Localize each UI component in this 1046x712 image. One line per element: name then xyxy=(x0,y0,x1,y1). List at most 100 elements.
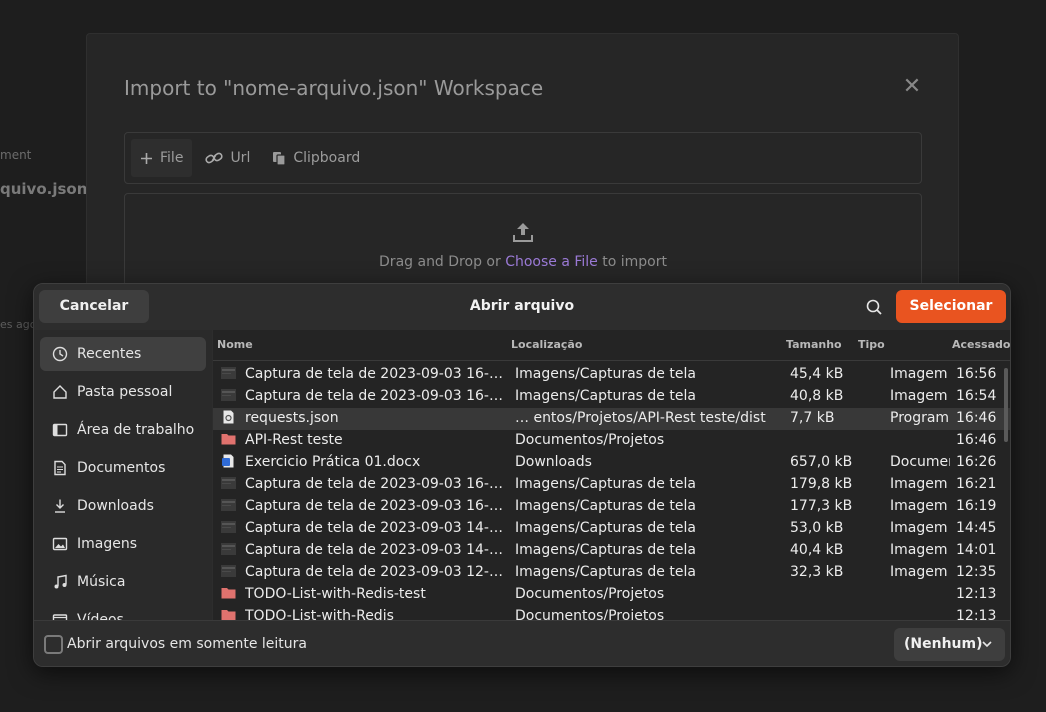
sidebar-item-recentes[interactable]: Recentes xyxy=(40,337,206,371)
file-accessed: 16:19 xyxy=(956,498,997,514)
file-name: Captura de tela de 2023-09-03 12-35-... xyxy=(245,564,509,580)
image-thumb-icon xyxy=(221,388,236,402)
tab-url[interactable]: Url xyxy=(196,139,259,177)
file-name: TODO-List-with-Redis-test xyxy=(245,586,426,602)
file-type: Imagem xyxy=(890,498,948,514)
column-header-accessed[interactable]: Acessado xyxy=(952,330,1010,360)
sidebar-item-label: Imagens xyxy=(77,536,138,552)
readonly-checkbox[interactable] xyxy=(44,635,63,654)
file-size: 40,8 kB xyxy=(790,388,844,404)
file-location: … entos/Projetos/API-Rest teste/dist xyxy=(515,410,766,426)
file-size: 32,3 kB xyxy=(790,564,844,580)
file-name: Captura de tela de 2023-09-03 14-45-... xyxy=(245,520,509,536)
file-row[interactable]: API-Rest teste Documentos/Projetos 16:46 xyxy=(213,430,1010,452)
image-thumb-icon xyxy=(221,564,236,578)
folder-icon xyxy=(221,608,236,620)
file-location: Imagens/Capturas de tela xyxy=(515,388,696,404)
cancel-button[interactable]: Cancelar xyxy=(39,290,149,323)
image-thumb-icon xyxy=(221,542,236,556)
file-accessed: 16:46 xyxy=(956,432,997,448)
desktop-icon xyxy=(52,423,68,437)
file-row[interactable]: Captura de tela de 2023-09-03 16-19-... I… xyxy=(213,496,1010,518)
file-accessed: 16:21 xyxy=(956,476,997,492)
sidebar-item-label: Área de trabalho xyxy=(77,422,195,438)
sidebar-item-label: Pasta pessoal xyxy=(77,384,173,400)
file-row[interactable]: TODO-List-with-Redis-test Documentos/Proj… xyxy=(213,584,1010,606)
file-row[interactable]: Captura de tela de 2023-09-03 12-35-... I… xyxy=(213,562,1010,584)
file-size: 657,0 kB xyxy=(790,454,853,470)
drop-prefix: Drag and Drop or xyxy=(379,254,506,270)
tab-clipboard[interactable]: Clipboard xyxy=(263,139,369,177)
file-accessed: 12:13 xyxy=(956,608,997,620)
sidebar-item-label: Downloads xyxy=(77,498,154,514)
image-thumb-icon xyxy=(221,366,236,380)
file-size: 40,4 kB xyxy=(790,542,844,558)
file-type: Imagem xyxy=(890,520,948,536)
tab-file[interactable]: File xyxy=(131,139,193,177)
chevron-down-icon xyxy=(982,641,992,648)
file-list: Nome Localização Tamanho Tipo Acessado C… xyxy=(213,330,1010,620)
sidebar-item-downloads[interactable]: Downloads xyxy=(40,489,206,523)
file-location: Documentos/Projetos xyxy=(515,608,665,620)
column-header-size[interactable]: Tamanho xyxy=(786,330,842,360)
file-chooser-dialog: Cancelar Abrir arquivo Selecionar Recent… xyxy=(33,283,1011,667)
drop-suffix: to import xyxy=(597,254,667,270)
import-modal-title: Import to "nome-arquivo.json" Workspace xyxy=(124,76,544,100)
file-accessed: 12:13 xyxy=(956,586,997,602)
search-button[interactable] xyxy=(860,293,888,321)
file-row[interactable]: Captura de tela de 2023-09-03 16-55-... I… xyxy=(213,364,1010,386)
image-icon xyxy=(52,537,68,551)
file-row[interactable]: Captura de tela de 2023-09-03 14-01-... I… xyxy=(213,540,1010,562)
places-sidebar: Recentes Pasta pessoal Área de trabalho … xyxy=(34,330,212,620)
file-name: requests.json xyxy=(245,410,339,426)
sidebar-item-label: Música xyxy=(77,574,126,590)
file-row[interactable]: TODO-List-with-Redis Documentos/Projetos 1… xyxy=(213,606,1010,620)
column-header-location[interactable]: Localização xyxy=(511,330,582,360)
file-row[interactable]: Exercicio Prática 01.docx Downloads 657,0 … xyxy=(213,452,1010,474)
folder-icon xyxy=(221,586,236,600)
sidebar-item-label: Recentes xyxy=(77,346,142,362)
file-type: Imagem xyxy=(890,366,948,382)
music-icon xyxy=(54,574,67,589)
column-header-type[interactable]: Tipo xyxy=(858,330,885,360)
sidebar-item-documentos[interactable]: Documentos xyxy=(40,451,206,485)
file-accessed: 16:46 xyxy=(956,410,997,426)
select-button[interactable]: Selecionar xyxy=(896,290,1006,323)
column-header-name[interactable]: Nome xyxy=(217,330,253,360)
document-icon xyxy=(54,460,66,476)
dialog-header: Cancelar Abrir arquivo Selecionar xyxy=(34,284,1010,330)
workspace-name: quivo.json xyxy=(0,180,88,198)
scrollbar[interactable] xyxy=(1004,368,1008,442)
file-row[interactable]: Captura de tela de 2023-09-03 14-45-... I… xyxy=(213,518,1010,540)
sidebar-item-pasta-pessoal[interactable]: Pasta pessoal xyxy=(40,375,206,409)
file-location: Imagens/Capturas de tela xyxy=(515,520,696,536)
file-size: 53,0 kB xyxy=(790,520,844,536)
sidebar-item-label: Vídeos xyxy=(77,612,124,620)
file-location: Downloads xyxy=(515,454,592,470)
file-name: Captura de tela de 2023-09-03 14-01-... xyxy=(245,542,509,558)
tab-clipboard-label: Clipboard xyxy=(293,150,361,166)
file-location: Imagens/Capturas de tela xyxy=(515,542,696,558)
file-name: Captura de tela de 2023-09-03 16-54-... xyxy=(245,388,509,404)
file-type: Imagem xyxy=(890,388,948,404)
sidebar-item-musica[interactable]: Música xyxy=(40,565,206,599)
file-row[interactable]: Captura de tela de 2023-09-03 16-19-... I… xyxy=(213,474,1010,496)
file-row[interactable]: Captura de tela de 2023-09-03 16-54-... I… xyxy=(213,386,1010,408)
sidebar-item-imagens[interactable]: Imagens xyxy=(40,527,206,561)
clock-icon xyxy=(52,346,68,362)
choose-file-link[interactable]: Choose a File xyxy=(505,254,598,270)
file-type: Imagem xyxy=(890,476,948,492)
file-row[interactable]: requests.json … entos/Projetos/API-Rest t… xyxy=(213,408,1010,430)
file-accessed: 14:45 xyxy=(956,520,997,536)
file-filter-dropdown[interactable]: (Nenhum) xyxy=(894,628,1005,661)
file-accessed: 12:35 xyxy=(956,564,997,580)
file-type: Imagem xyxy=(890,542,948,558)
sidebar-item-area-de-trabalho[interactable]: Área de trabalho xyxy=(40,413,206,447)
file-name: Captura de tela de 2023-09-03 16-19-... xyxy=(245,498,509,514)
file-accessed: 16:56 xyxy=(956,366,997,382)
readonly-label: Abrir arquivos em somente leitura xyxy=(67,636,307,652)
environment-label: ment xyxy=(0,148,32,162)
sidebar-item-videos[interactable]: Vídeos xyxy=(40,603,206,620)
file-location: Documentos/Projetos xyxy=(515,432,665,448)
close-icon[interactable]: ✕ xyxy=(901,76,923,98)
